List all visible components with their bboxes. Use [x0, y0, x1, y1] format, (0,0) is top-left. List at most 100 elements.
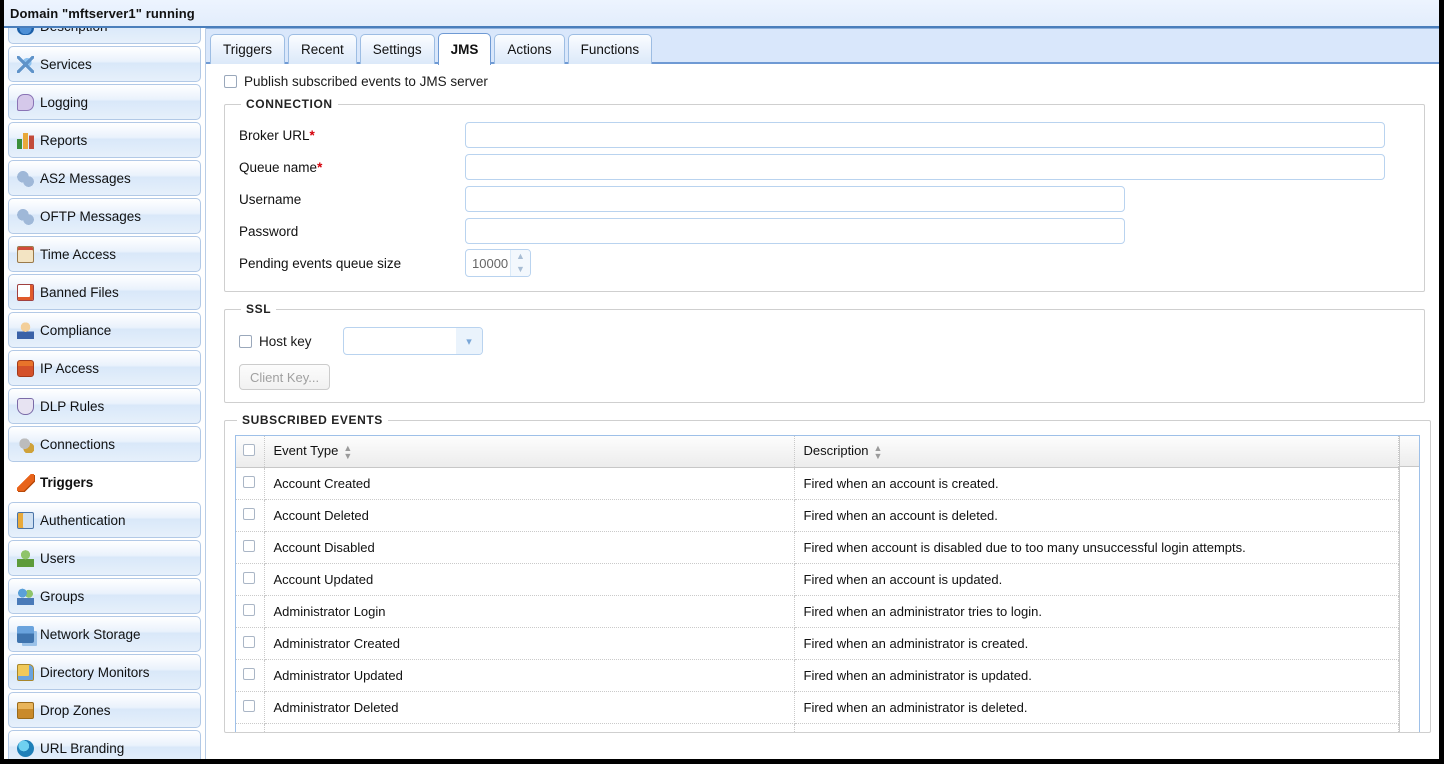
password-input[interactable] — [465, 218, 1125, 244]
sidebar-item-drop-zones[interactable]: Drop Zones — [8, 692, 201, 728]
subscribed-events-group: SUBSCRIBED EVENTS Event Type ▲ ▼ Descrip… — [224, 413, 1431, 733]
sort-icon[interactable]: ▲ ▼ — [874, 443, 883, 460]
sidebar-item-groups[interactable]: Groups — [8, 578, 201, 614]
table-row[interactable]: Account Updated Fired when an account is … — [236, 563, 1399, 596]
sidebar-item-triggers[interactable]: Triggers — [8, 464, 201, 500]
broker-url-input[interactable] — [465, 122, 1385, 148]
select-all-checkbox[interactable] — [243, 443, 255, 456]
row-select-cell[interactable] — [236, 691, 265, 724]
titlebar: Domain "mftserver1" running — [4, 0, 1439, 28]
row-checkbox[interactable] — [243, 635, 255, 648]
table-row[interactable]: Administrator Login Fired when an adminis… — [236, 595, 1399, 628]
sidebar-item-url-branding[interactable]: URL Branding — [8, 730, 201, 759]
tab-bar[interactable]: Triggers Recent Settings JMS Actions Function… — [206, 28, 1439, 65]
publish-events-checkbox[interactable] — [224, 75, 237, 88]
users-icon — [17, 549, 34, 567]
table-row[interactable]: Account Created Fired when an account is … — [236, 467, 1399, 500]
domain-status-title: Domain "mftserver1" running — [10, 5, 195, 21]
row-select-cell[interactable] — [236, 595, 265, 628]
table-vertical-scrollbar[interactable] — [1398, 436, 1419, 732]
host-key-select[interactable]: ▾ — [343, 327, 483, 355]
cell-event-type: Administrator Created — [264, 627, 795, 660]
sidebar-item-reports[interactable]: Reports — [8, 122, 201, 158]
row-select-cell[interactable] — [236, 723, 265, 732]
row-checkbox[interactable] — [243, 731, 255, 732]
sidebar-item-label: Services — [40, 56, 92, 72]
client-key-button[interactable]: Client Key... — [239, 364, 331, 390]
tab-functions[interactable]: Functions — [567, 34, 653, 64]
sidebar-item-label: Time Access — [40, 246, 117, 262]
row-checkbox[interactable] — [243, 507, 255, 520]
sidebar-item-directory-monitors[interactable]: Directory Monitors — [8, 654, 201, 690]
chevron-down-icon[interactable]: ▼ — [511, 263, 530, 276]
sidebar-item-users[interactable]: Users — [8, 540, 201, 576]
sidebar-item-compliance[interactable]: Compliance — [8, 312, 201, 348]
tab-label: Triggers — [223, 42, 273, 57]
triggers-icon — [17, 473, 34, 491]
stepper-buttons[interactable]: ▲ ▼ — [510, 250, 530, 276]
table-row[interactable]: Account Deleted Fired when an account is … — [236, 499, 1399, 532]
username-input[interactable] — [465, 186, 1125, 212]
sidebar-item-label: OFTP Messages — [40, 208, 142, 224]
table-row[interactable]: Administrator Deleted Fired when an admin… — [236, 691, 1399, 724]
table-row[interactable] — [236, 723, 1399, 732]
row-select-cell[interactable] — [236, 531, 265, 564]
sidebar-item-time-access[interactable]: Time Access — [8, 236, 201, 272]
sort-icon[interactable]: ▲ ▼ — [343, 443, 352, 460]
sidebar-item-logging[interactable]: Logging — [8, 84, 201, 120]
tab-label: Actions — [507, 42, 552, 57]
column-header-description[interactable]: Description ▲ ▼ — [794, 436, 1399, 468]
row-select-cell[interactable] — [236, 563, 265, 596]
row-checkbox[interactable] — [243, 603, 255, 616]
sidebar-item-as2-messages[interactable]: AS2 Messages — [8, 160, 201, 196]
application-window: Domain "mftserver1" running Description S… — [0, 0, 1444, 764]
sidebar-item-label: Connections — [40, 436, 116, 452]
pending-events-queue-size-stepper[interactable]: ▲▼ — [465, 249, 531, 277]
publish-events-label: Publish subscribed events to JMS server — [244, 74, 488, 89]
chevron-down-icon[interactable]: ▾ — [456, 328, 482, 354]
row-select-cell[interactable] — [236, 467, 265, 500]
sidebar-item-services[interactable]: Services — [8, 46, 201, 82]
select-all-header[interactable] — [236, 436, 265, 468]
sidebar-item-ip-access[interactable]: IP Access — [8, 350, 201, 386]
sidebar-navigation[interactable]: Description Services Logging Reports AS2 Mes… — [4, 28, 206, 759]
column-header-event-type[interactable]: Event Type ▲ ▼ — [264, 436, 795, 468]
table-row[interactable]: Account Disabled Fired when account is di… — [236, 531, 1399, 564]
tab-actions[interactable]: Actions — [494, 34, 565, 64]
sidebar-item-banned-files[interactable]: Banned Files — [8, 274, 201, 310]
sidebar-item-authentication[interactable]: Authentication — [8, 502, 201, 538]
sidebar-item-description[interactable]: Description — [8, 28, 201, 44]
row-checkbox[interactable] — [243, 475, 255, 488]
sidebar-item-label: Reports — [40, 132, 88, 148]
tab-settings[interactable]: Settings — [359, 34, 435, 64]
tab-label: Settings — [372, 42, 422, 57]
sidebar-item-dlp-rules[interactable]: DLP Rules — [8, 388, 201, 424]
banned-files-icon — [17, 283, 34, 301]
publish-events-row[interactable]: Publish subscribed events to JMS server — [206, 64, 1439, 97]
row-checkbox[interactable] — [243, 571, 255, 584]
sidebar-item-label: Groups — [40, 588, 85, 604]
field-label: Password — [239, 224, 465, 239]
pending-events-queue-size-input[interactable] — [466, 250, 510, 276]
queue-name-input[interactable] — [465, 154, 1385, 180]
table-row[interactable]: Administrator Updated Fired when an admin… — [236, 659, 1399, 692]
row-checkbox[interactable] — [243, 699, 255, 712]
row-select-cell[interactable] — [236, 627, 265, 660]
row-checkbox[interactable] — [243, 667, 255, 680]
host-key-checkbox[interactable] — [239, 334, 252, 348]
connection-group: CONNECTION Broker URL* Queue name* Usernam… — [224, 97, 1425, 292]
table-row[interactable]: Administrator Created Fired when an admin… — [236, 627, 1399, 660]
row-select-cell[interactable] — [236, 499, 265, 532]
host-key-label: Host key — [259, 333, 312, 349]
tab-recent[interactable]: Recent — [288, 34, 357, 64]
scrollbar-header-cap — [1399, 436, 1419, 467]
row-select-cell[interactable] — [236, 659, 265, 692]
table-head: Event Type ▲ ▼ Description ▲ ▼ — [236, 436, 1399, 468]
tab-jms[interactable]: JMS — [437, 33, 492, 65]
sidebar-item-oftp-messages[interactable]: OFTP Messages — [8, 198, 201, 234]
sidebar-item-network-storage[interactable]: Network Storage — [8, 616, 201, 652]
chevron-up-icon[interactable]: ▲ — [511, 250, 530, 263]
tab-triggers[interactable]: Triggers — [210, 34, 286, 64]
sidebar-item-connections[interactable]: Connections — [8, 426, 201, 462]
row-checkbox[interactable] — [243, 539, 255, 552]
